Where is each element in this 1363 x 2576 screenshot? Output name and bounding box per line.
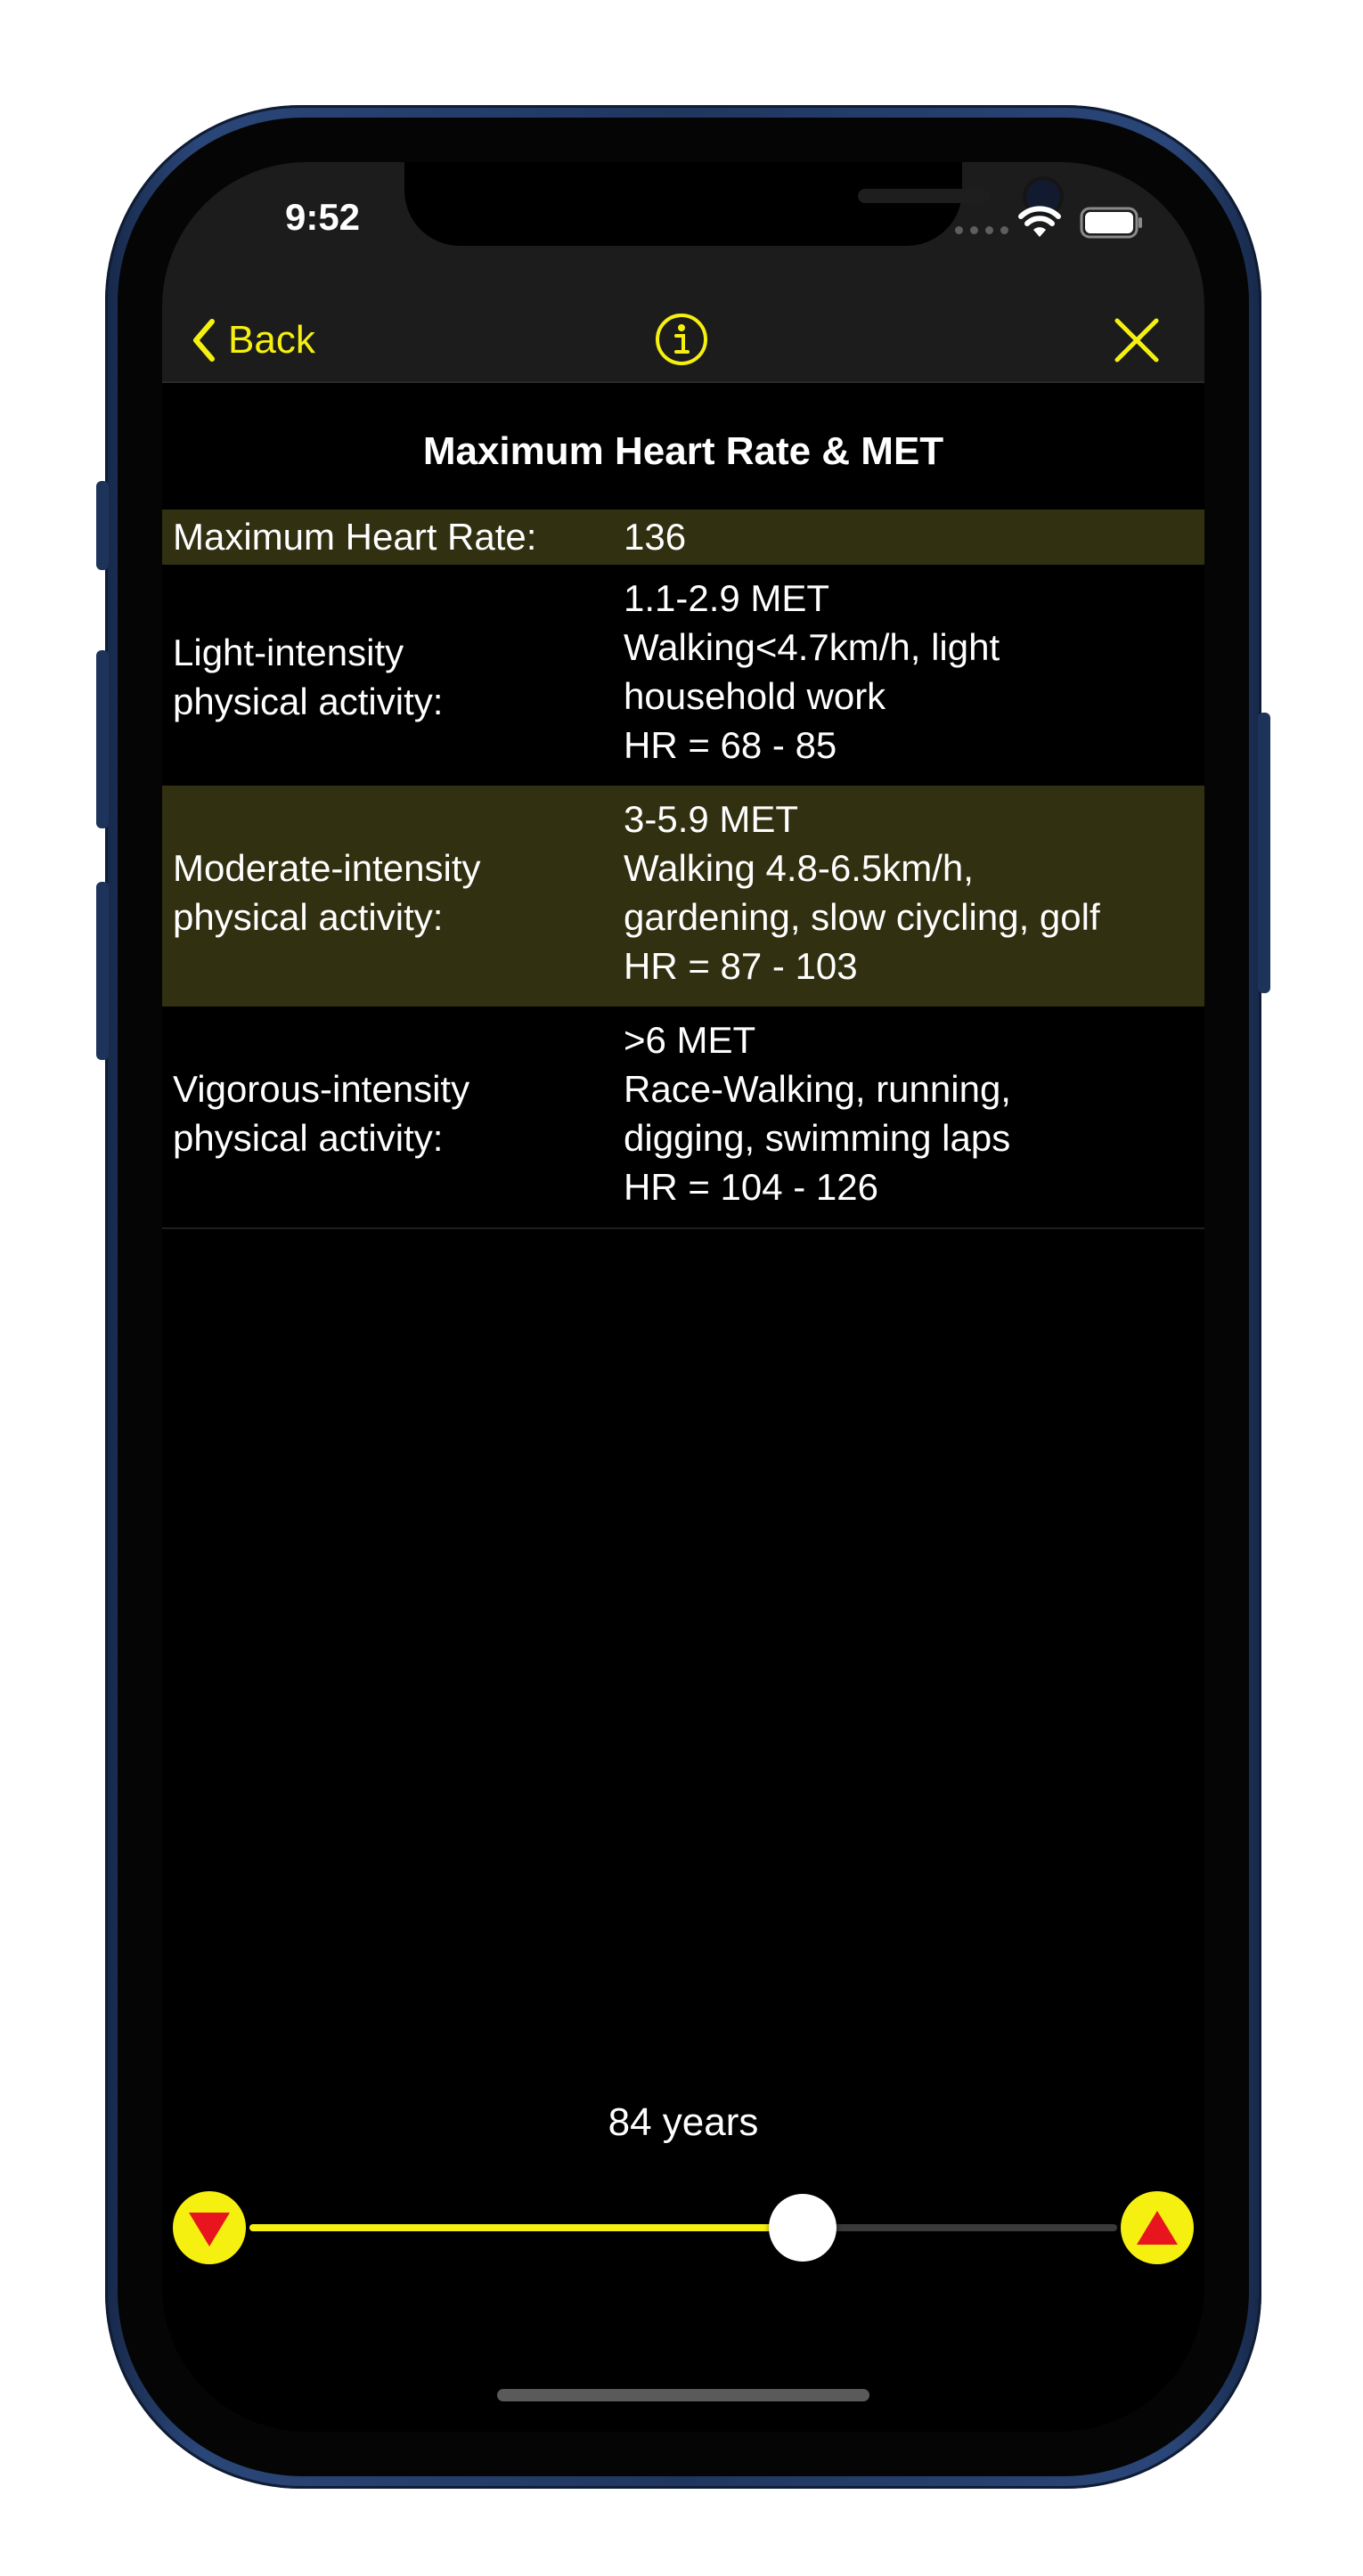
cellular-signal-icon — [955, 226, 1008, 234]
status-bar: 9:52 — [162, 162, 1204, 299]
chevron-left-icon — [193, 319, 215, 362]
notch — [404, 162, 1060, 246]
moderate-intensity-row: Moderate-intensity physical activity: 3-… — [162, 786, 1204, 1007]
back-label: Back — [228, 318, 315, 362]
speaker — [858, 189, 990, 203]
volume-down-button — [96, 882, 109, 1060]
back-button[interactable]: Back — [191, 315, 315, 365]
light-intensity-label: Light-intensity physical activity: — [173, 632, 444, 722]
increment-age-button[interactable] — [1121, 2191, 1194, 2264]
max-heart-rate-label: Maximum Heart Rate: — [173, 516, 537, 558]
navigation-bar: Back — [162, 299, 1204, 383]
age-label: 84 years — [608, 2100, 759, 2144]
info-circle-icon[interactable] — [654, 312, 709, 367]
triangle-down-icon — [189, 2213, 230, 2246]
app-screen: 9:52 Back Maximum Heart Rate & MET Maxim… — [162, 162, 1204, 2432]
met-table: Maximum Heart Rate: 136 Light-intensity … — [162, 509, 1204, 1229]
max-heart-rate-row: Maximum Heart Rate: 136 — [162, 509, 1204, 565]
wifi-icon — [1018, 206, 1061, 237]
home-indicator — [497, 2389, 869, 2401]
battery-icon — [1080, 207, 1142, 239]
close-icon[interactable] — [1112, 315, 1162, 365]
power-button — [1258, 713, 1270, 993]
slider-fill — [249, 2224, 804, 2231]
volume-up-button — [96, 650, 109, 828]
light-intensity-row: Light-intensity physical activity: 1.1-2… — [162, 565, 1204, 786]
moderate-intensity-value: 3-5.9 MET Walking 4.8-6.5km/h, gardening… — [624, 798, 1100, 987]
light-intensity-value: 1.1-2.9 MET Walking<4.7km/h, light house… — [624, 577, 1000, 766]
vigorous-intensity-label: Vigorous-intensity physical activity: — [173, 1068, 470, 1159]
max-heart-rate-value: 136 — [624, 516, 687, 558]
triangle-up-icon — [1137, 2211, 1178, 2245]
page-title: Maximum Heart Rate & MET — [422, 429, 944, 473]
moderate-intensity-label: Moderate-intensity physical activity: — [173, 847, 481, 938]
status-time: 9:52 — [284, 196, 361, 238]
mute-switch — [96, 481, 109, 570]
age-slider[interactable] — [249, 2194, 1117, 2262]
vigorous-intensity-value: >6 MET Race-Walking, running, digging, s… — [624, 1019, 1011, 1208]
slider-thumb[interactable] — [769, 2194, 837, 2262]
decrement-age-button[interactable] — [173, 2191, 246, 2264]
vigorous-intensity-row: Vigorous-intensity physical activity: >6… — [162, 1007, 1204, 1229]
